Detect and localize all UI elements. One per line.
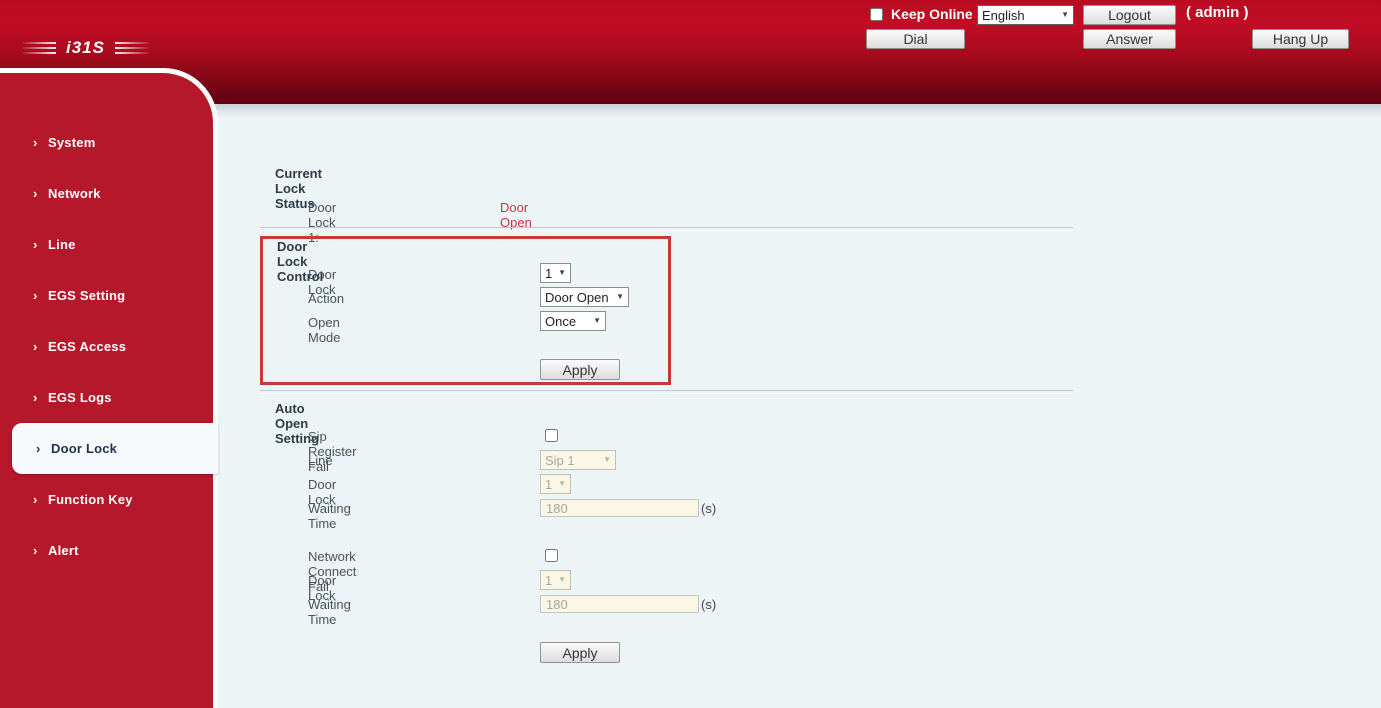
- line-label: Line: [308, 453, 333, 468]
- sip-register-fail-checkbox[interactable]: [545, 429, 558, 442]
- sidebar-item-label: EGS Access: [48, 339, 126, 354]
- dial-button-label: Dial: [903, 31, 927, 47]
- keep-online-checkbox[interactable]: [870, 8, 883, 21]
- waiting-time2-input[interactable]: [540, 595, 699, 613]
- answer-button[interactable]: Answer: [1083, 29, 1176, 49]
- logo-lines-left-icon: [22, 42, 56, 54]
- sidebar-item-label: Line: [48, 237, 76, 252]
- sidebar-item-label: Alert: [48, 543, 79, 558]
- chevron-down-icon: ▼: [558, 576, 566, 584]
- network-connect-fail-checkbox[interactable]: [545, 549, 558, 562]
- chevron-right-icon: ›: [33, 390, 47, 405]
- apply-button-label: Apply: [562, 362, 597, 378]
- waiting-time-label: Waiting Time: [308, 501, 351, 531]
- open-mode-label: Open Mode: [308, 315, 341, 345]
- open-mode-select-value: Once: [545, 314, 576, 329]
- sidebar-item-function-key[interactable]: › Function Key: [0, 474, 213, 525]
- chevron-right-icon: ›: [33, 288, 47, 303]
- chevron-down-icon: ▼: [603, 456, 611, 464]
- waiting-time-seconds-suffix: (s): [701, 501, 716, 516]
- line-select[interactable]: Sip 1 ▼: [540, 450, 616, 470]
- sidebar-item-label: Door Lock: [51, 441, 117, 456]
- door-lock-select[interactable]: 1 ▼: [540, 263, 571, 283]
- brand-logo-text: i31S: [66, 38, 105, 58]
- chevron-down-icon: ▼: [558, 269, 566, 277]
- brand-logo: i31S: [22, 38, 149, 58]
- section-divider: [260, 390, 1073, 394]
- sidebar-item-egs-logs[interactable]: › EGS Logs: [0, 372, 213, 423]
- chevron-right-icon: ›: [33, 543, 47, 558]
- waiting-time2-seconds-suffix: (s): [701, 597, 716, 612]
- sidebar-item-network[interactable]: › Network: [0, 168, 213, 219]
- sidebar-item-line[interactable]: › Line: [0, 219, 213, 270]
- apply-button-label: Apply: [562, 645, 597, 661]
- answer-button-label: Answer: [1106, 31, 1153, 47]
- sidebar-item-egs-setting[interactable]: › EGS Setting: [0, 270, 213, 321]
- sidebar-item-system[interactable]: › System: [0, 117, 213, 168]
- sidebar-item-label: System: [48, 135, 95, 150]
- logged-in-user-badge: ( admin ): [1186, 4, 1249, 21]
- line-select-value: Sip 1: [545, 453, 575, 468]
- sidebar-item-egs-access[interactable]: › EGS Access: [0, 321, 213, 372]
- sidebar-nav: › System › Network › Line › EGS Setting …: [0, 68, 218, 708]
- sidebar-item-label: Network: [48, 186, 101, 201]
- hangup-button[interactable]: Hang Up: [1252, 29, 1349, 49]
- chevron-down-icon: ▼: [558, 480, 566, 488]
- waiting-time-input[interactable]: [540, 499, 699, 517]
- chevron-down-icon: ▼: [593, 317, 601, 325]
- chevron-right-icon: ›: [33, 186, 47, 201]
- door-lock-1-status-value: Door Open: [500, 200, 532, 230]
- sidebar-item-label: Function Key: [48, 492, 133, 507]
- action-select-value: Door Open: [545, 290, 609, 305]
- auto-door-lock-select-value: 1: [545, 477, 552, 492]
- chevron-right-icon: ›: [33, 339, 47, 354]
- auto-door-lock-select[interactable]: 1 ▼: [540, 474, 571, 494]
- sidebar-item-alert[interactable]: › Alert: [0, 525, 213, 576]
- action-label: Action: [308, 291, 344, 306]
- auto-door-lock2-select-value: 1: [545, 573, 552, 588]
- door-lock-select-value: 1: [545, 266, 552, 281]
- language-select-value: English: [982, 8, 1025, 23]
- hangup-button-label: Hang Up: [1273, 31, 1328, 47]
- logout-button-label: Logout: [1108, 7, 1151, 23]
- chevron-down-icon: ▼: [616, 293, 624, 301]
- chevron-down-icon: ▼: [1061, 11, 1069, 19]
- section-divider: [260, 227, 1073, 231]
- chevron-right-icon: ›: [33, 237, 47, 252]
- door-lock-control-apply-button[interactable]: Apply: [540, 359, 620, 380]
- logout-button[interactable]: Logout: [1083, 5, 1176, 25]
- sidebar-item-label: EGS Setting: [48, 288, 125, 303]
- sidebar-item-door-lock[interactable]: › Door Lock: [12, 423, 218, 474]
- dial-button[interactable]: Dial: [866, 29, 965, 49]
- keep-online-label: Keep Online: [891, 6, 973, 22]
- logo-lines-right-icon: [115, 42, 149, 54]
- action-select[interactable]: Door Open ▼: [540, 287, 629, 307]
- open-mode-select[interactable]: Once ▼: [540, 311, 606, 331]
- language-select[interactable]: English ▼: [977, 5, 1074, 25]
- chevron-right-icon: ›: [36, 441, 50, 456]
- auto-open-setting-apply-button[interactable]: Apply: [540, 642, 620, 663]
- sidebar-item-label: EGS Logs: [48, 390, 112, 405]
- auto-door-lock2-select[interactable]: 1 ▼: [540, 570, 571, 590]
- chevron-right-icon: ›: [33, 492, 47, 507]
- chevron-right-icon: ›: [33, 135, 47, 150]
- waiting-time2-label: Waiting Time: [308, 597, 351, 627]
